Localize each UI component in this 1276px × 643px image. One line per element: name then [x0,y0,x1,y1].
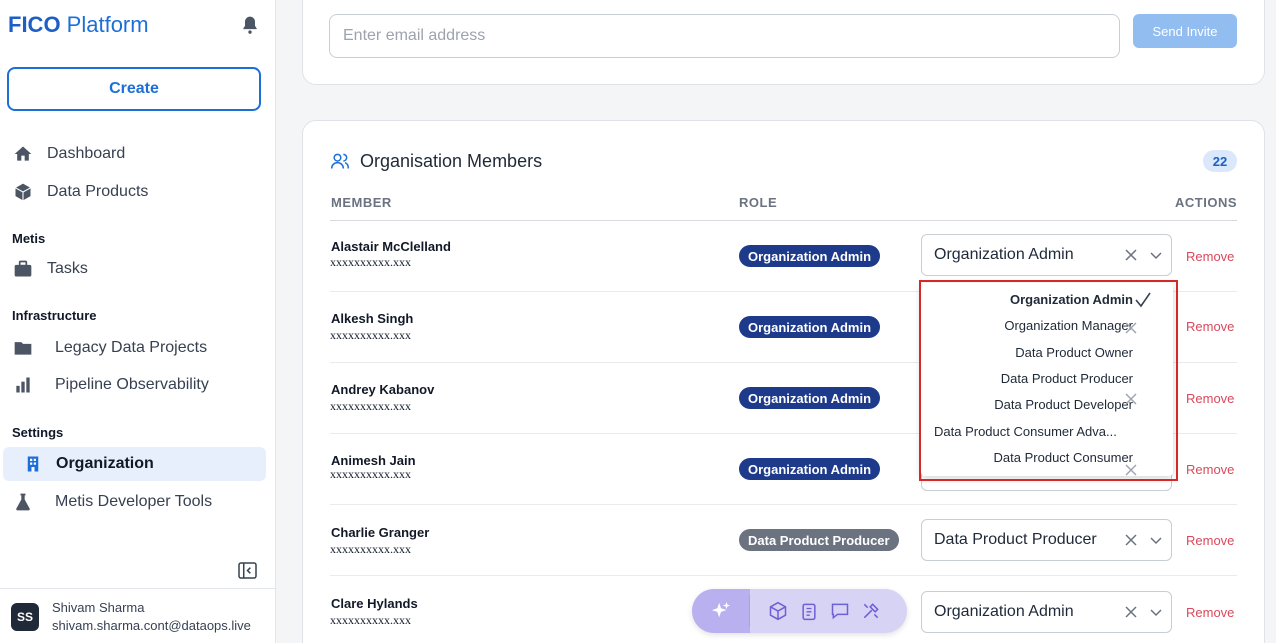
table-row: Charlie Granger xxxxxxxxxx.xxx Data Prod… [330,505,1237,576]
dropdown-option[interactable]: Data Product Consumer Adva... [934,424,1134,439]
create-button[interactable]: Create [7,67,261,111]
member-name: Charlie Granger [331,525,430,540]
users-icon [330,153,350,169]
cube-icon[interactable] [768,601,788,621]
member-email: xxxxxxxxxx.xxx [330,467,411,481]
briefcase-icon [12,258,34,280]
bell-icon[interactable] [240,15,260,35]
role-badge: Organization Admin [739,316,881,338]
remove-button[interactable]: Remove [1186,533,1234,548]
member-name: Clare Hylands [331,596,418,611]
sidebar-item-pipeline-observability[interactable]: Pipeline Observability [12,368,209,402]
ai-assistant-button[interactable] [692,589,750,633]
sidebar-item-data-products[interactable]: Data Products [12,175,148,209]
role-select[interactable]: Organization Admin [921,234,1172,276]
remove-button[interactable]: Remove [1186,462,1234,477]
member-email: xxxxxxxxxx.xxx [330,328,411,342]
collapse-sidebar-icon[interactable] [238,562,257,579]
role-badge: Organization Admin [739,387,881,409]
clear-icon[interactable] [1123,532,1139,548]
dropdown-option[interactable]: Data Product Consumer [994,450,1133,465]
check-icon [1135,292,1151,308]
role-dropdown-menu: Organization Admin Organization Manager … [921,283,1173,476]
sidebar-item-tasks[interactable]: Tasks [12,252,88,286]
bar-chart-icon [12,374,34,396]
member-name: Andrey Kabanov [331,382,435,397]
clear-icon [1125,464,1137,476]
role-badge: Organization Admin [739,245,881,267]
sidebar-item-organization[interactable]: Organization [3,447,266,481]
user-name: Shivam Sharma [52,600,145,615]
members-count-badge: 22 [1203,150,1237,172]
sidebar-item-dashboard[interactable]: Dashboard [12,137,125,171]
brand-logo[interactable]: FICO Platform [8,12,149,38]
members-title: Organisation Members [360,151,543,171]
email-input[interactable]: Enter email address [329,14,1120,58]
member-name: Alkesh Singh [331,311,414,326]
role-badge: Organization Admin [739,458,881,480]
avatar: SS [11,603,39,631]
dropdown-option[interactable]: Organization Manager [1004,318,1133,333]
cube-icon [12,181,34,203]
clear-icon [1125,393,1137,405]
member-email: xxxxxxxxxx.xxx [330,255,411,269]
dropdown-option[interactable]: Data Product Owner [1015,345,1133,360]
folder-icon [12,337,34,359]
clear-icon[interactable] [1123,247,1139,263]
member-email: xxxxxxxxxx.xxx [330,542,411,556]
role-select[interactable]: Data Product Producer [921,519,1172,561]
column-header-actions: ACTIONS [1175,195,1237,210]
section-title-infrastructure: Infrastructure [12,308,97,323]
member-email: xxxxxxxxxx.xxx [330,399,411,413]
sparkle-icon [711,601,731,618]
clear-icon[interactable] [1123,604,1139,620]
role-badge: Data Product Producer [739,529,899,551]
sidebar: FICO Platform Create Dashboard Data Prod… [0,0,276,643]
send-invite-button[interactable]: Send Invite [1133,14,1237,48]
chevron-down-icon[interactable] [1149,605,1163,619]
floating-toolbar [692,589,907,633]
remove-button[interactable]: Remove [1186,391,1234,406]
sidebar-item-legacy-data-projects[interactable]: Legacy Data Projects [12,331,207,365]
column-header-member: MEMBER [331,195,392,210]
dropdown-option[interactable]: Data Product Producer [1001,371,1133,386]
role-select[interactable]: Organization Admin [921,591,1172,633]
remove-button[interactable]: Remove [1186,605,1234,620]
building-icon [22,453,44,475]
chevron-down-icon[interactable] [1149,248,1163,262]
sidebar-item-metis-developer-tools[interactable]: Metis Developer Tools [12,485,212,519]
dropdown-option[interactable]: Data Product Developer [994,397,1133,412]
column-header-role: ROLE [739,195,778,210]
tools-icon[interactable] [861,601,881,621]
user-profile[interactable]: SS Shivam Sharma shivam.sharma.cont@data… [0,588,276,643]
clipboard-icon[interactable] [799,601,819,621]
toolbar-divider [749,595,750,627]
chevron-down-icon[interactable] [1149,533,1163,547]
section-title-settings: Settings [12,425,64,440]
clear-icon [1125,322,1137,334]
member-email: xxxxxxxxxx.xxx [330,613,411,627]
chat-icon[interactable] [830,601,850,621]
flask-icon [12,491,34,513]
member-name: Alastair McClelland [331,239,451,254]
member-name: Animesh Jain [331,453,416,468]
table-row: Alastair McClelland xxxxxxxxxx.xxx Organ… [330,221,1237,292]
dropdown-option[interactable]: Organization Admin [1010,292,1133,307]
remove-button[interactable]: Remove [1186,319,1234,334]
section-title-metis: Metis [12,231,46,246]
home-icon [12,143,34,165]
user-email: shivam.sharma.cont@dataops.live [52,618,251,633]
remove-button[interactable]: Remove [1186,249,1234,264]
